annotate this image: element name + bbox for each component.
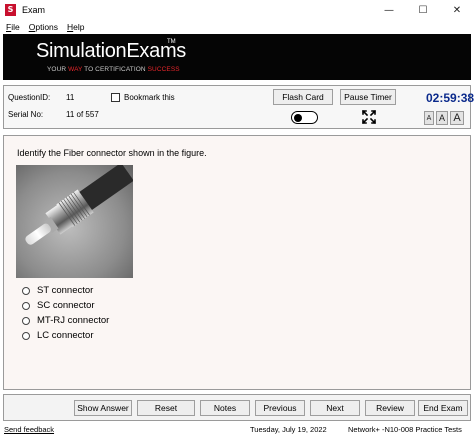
menu-help-label: elp [73, 21, 85, 32]
maximize-button[interactable]: ☐ [406, 0, 440, 20]
option-mtrj-radio[interactable] [22, 316, 30, 325]
show-answer-button[interactable]: Show Answer [74, 400, 132, 416]
question-id-label: QuestionID: [8, 93, 51, 102]
question-info-bar: QuestionID: 11 Serial No: 11 of 557 Book… [3, 85, 474, 129]
reset-button[interactable]: Reset [137, 400, 195, 416]
tagline-part1: YOUR [47, 66, 69, 73]
menu-file[interactable]: File [6, 22, 20, 32]
option-lc-radio[interactable] [22, 331, 30, 340]
tagline-part2: TO CERTIFICATION [82, 66, 148, 73]
flash-card-button[interactable]: Flash Card [273, 89, 333, 105]
fullscreen-expand-icon[interactable] [362, 110, 376, 124]
serial-label: Serial No: [8, 110, 44, 119]
status-date: Tuesday, July 19, 2022 [250, 425, 327, 434]
answer-options: ST connector SC connector MT-RJ connecto… [22, 283, 109, 343]
question-text: Identify the Fiber connector shown in th… [17, 148, 207, 158]
menu-help[interactable]: Help [67, 22, 84, 32]
mode-toggle[interactable] [291, 111, 318, 124]
previous-button[interactable]: Previous [255, 400, 305, 416]
product-name: Network+ -N10-008 Practice Tests [348, 425, 462, 434]
toggle-knob [294, 113, 302, 122]
notes-button[interactable]: Notes [200, 400, 250, 416]
menu-file-label: ile [11, 21, 20, 32]
menu-bar: File Options Help [0, 20, 474, 33]
option-lc[interactable]: LC connector [22, 328, 109, 343]
end-exam-button[interactable]: End Exam [418, 400, 468, 416]
window-controls: — ☐ ✕ [372, 0, 474, 20]
option-st-radio[interactable] [22, 286, 30, 295]
option-sc-label[interactable]: SC connector [37, 300, 95, 311]
option-mtrj[interactable]: MT-RJ connector [22, 313, 109, 328]
trademark: TM [167, 39, 176, 45]
pause-timer-button[interactable]: Pause Timer [340, 89, 396, 105]
brand-banner: SimulationExams TM YOUR WAY TO CERTIFICA… [3, 34, 471, 80]
font-large-button[interactable]: A [450, 111, 464, 125]
font-small-button[interactable]: A [424, 111, 434, 125]
status-bar: Send feedback Tuesday, July 19, 2022 Net… [0, 423, 474, 436]
tagline: YOUR WAY TO CERTIFICATION SUCCESS [47, 66, 180, 73]
option-lc-label[interactable]: LC connector [37, 330, 94, 341]
font-medium-button[interactable]: A [436, 111, 448, 125]
question-panel: Identify the Fiber connector shown in th… [3, 135, 471, 390]
serial-value: 11 of 557 [66, 110, 99, 119]
window-title: Exam [22, 5, 46, 15]
option-st[interactable]: ST connector [22, 283, 109, 298]
tagline-success: SUCCESS [147, 66, 180, 73]
option-st-label[interactable]: ST connector [37, 285, 93, 296]
app-icon: S [5, 4, 16, 16]
menu-options-label: ptions [35, 21, 59, 32]
send-feedback-link[interactable]: Send feedback [4, 425, 54, 434]
question-id-value: 11 [66, 93, 75, 102]
exam-timer: 02:59:38 [426, 91, 474, 105]
review-button[interactable]: Review [365, 400, 415, 416]
tagline-way: WAY [68, 66, 83, 73]
option-sc-radio[interactable] [22, 301, 30, 310]
minimize-button[interactable]: — [372, 0, 406, 20]
bookmark-checkbox[interactable] [111, 93, 120, 102]
brand-logo: SimulationExams [36, 40, 187, 62]
title-bar: S Exam — ☐ ✕ [0, 0, 474, 20]
option-sc[interactable]: SC connector [22, 298, 109, 313]
navigation-bar: Show Answer Reset Notes Previous Next Re… [3, 394, 471, 421]
menu-options[interactable]: Options [29, 22, 58, 32]
next-button[interactable]: Next [310, 400, 360, 416]
bookmark-label[interactable]: Bookmark this [124, 93, 175, 102]
close-button[interactable]: ✕ [440, 0, 474, 20]
fiber-connector-image [16, 165, 133, 278]
option-mtrj-label[interactable]: MT-RJ connector [37, 315, 109, 326]
